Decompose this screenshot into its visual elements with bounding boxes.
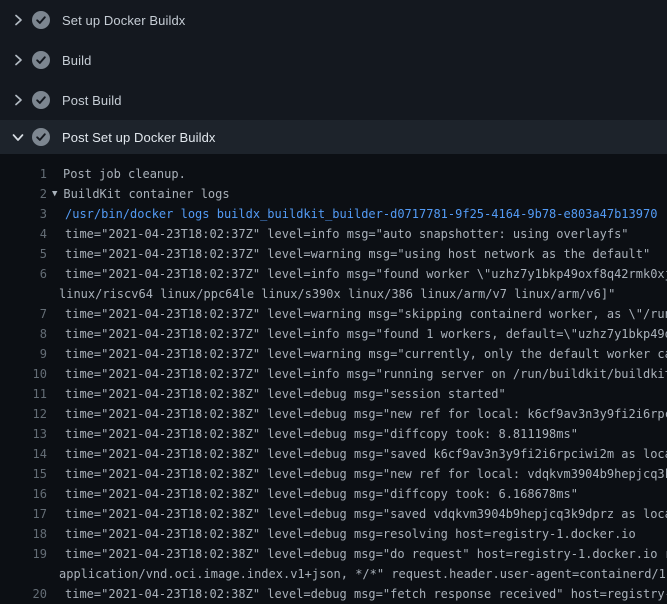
log-line: 13time="2021-04-23T18:02:38Z" level=debu…: [0, 424, 667, 444]
log-line-continuation: application/vnd.oci.image.index.v1+json,…: [0, 564, 667, 584]
log-line-number[interactable]: 3: [0, 204, 47, 224]
log-console: 1Post job cleanup.2▼ BuildKit container l…: [0, 154, 667, 604]
log-line: 9time="2021-04-23T18:02:37Z" level=warni…: [0, 344, 667, 364]
log-line-text: time="2021-04-23T18:02:37Z" level=info m…: [47, 224, 667, 244]
log-line-text: time="2021-04-23T18:02:38Z" level=debug …: [47, 464, 667, 484]
log-line-text: time="2021-04-23T18:02:38Z" level=debug …: [47, 404, 667, 424]
step-label: Post Build: [62, 93, 122, 108]
log-line: 2▼ BuildKit container logs: [0, 184, 667, 204]
chevron-right-icon: [10, 92, 26, 108]
log-line: 4time="2021-04-23T18:02:37Z" level=info …: [0, 224, 667, 244]
step-row-build[interactable]: Build: [0, 40, 667, 80]
log-line-text: Post job cleanup.: [47, 164, 667, 184]
log-line-text: time="2021-04-23T18:02:38Z" level=debug …: [47, 504, 667, 524]
check-circle-icon: [32, 11, 50, 29]
log-line-text: linux/riscv64 linux/ppc64le linux/s390x …: [47, 284, 667, 304]
log-line-text: time="2021-04-23T18:02:38Z" level=debug …: [47, 444, 667, 464]
step-row-post-build[interactable]: Post Build: [0, 80, 667, 120]
log-line-number[interactable]: 16: [0, 484, 47, 504]
log-line: 16time="2021-04-23T18:02:38Z" level=debu…: [0, 484, 667, 504]
log-line-text: time="2021-04-23T18:02:38Z" level=debug …: [47, 484, 667, 504]
collapse-group-icon[interactable]: ▼: [52, 184, 57, 204]
log-line-text: time="2021-04-23T18:02:37Z" level=info m…: [47, 264, 667, 284]
log-line-number[interactable]: 13: [0, 424, 47, 444]
log-line-number: [0, 284, 47, 304]
log-line: 14time="2021-04-23T18:02:38Z" level=debu…: [0, 444, 667, 464]
check-circle-icon: [32, 91, 50, 109]
log-line-number[interactable]: 15: [0, 464, 47, 484]
chevron-down-icon: [10, 129, 26, 145]
workflow-log-viewer: Set up Docker Buildx Build Post Build Post …: [0, 0, 667, 604]
log-line-text: time="2021-04-23T18:02:38Z" level=debug …: [47, 584, 667, 604]
log-line-text: time="2021-04-23T18:02:37Z" level=warnin…: [47, 344, 667, 364]
log-line-number[interactable]: 5: [0, 244, 47, 264]
log-line: 1Post job cleanup.: [0, 164, 667, 184]
chevron-right-icon: [10, 52, 26, 68]
step-label: Build: [62, 53, 91, 68]
log-line: 18time="2021-04-23T18:02:38Z" level=debu…: [0, 524, 667, 544]
log-line: 10time="2021-04-23T18:02:37Z" level=info…: [0, 364, 667, 384]
log-line-number[interactable]: 20: [0, 584, 47, 604]
log-line-number[interactable]: 11: [0, 384, 47, 404]
check-circle-icon: [32, 128, 50, 146]
log-line: 7time="2021-04-23T18:02:37Z" level=warni…: [0, 304, 667, 324]
log-line: 19time="2021-04-23T18:02:38Z" level=debu…: [0, 544, 667, 564]
log-group-row: ▼ BuildKit container logs: [47, 184, 667, 204]
log-line: 5time="2021-04-23T18:02:37Z" level=warni…: [0, 244, 667, 264]
log-line-text: time="2021-04-23T18:02:38Z" level=debug …: [47, 384, 667, 404]
log-line-text: time="2021-04-23T18:02:37Z" level=info m…: [47, 364, 667, 384]
log-line-number[interactable]: 8: [0, 324, 47, 344]
log-line-text: time="2021-04-23T18:02:37Z" level=info m…: [47, 324, 667, 344]
log-line: 20time="2021-04-23T18:02:38Z" level=debu…: [0, 584, 667, 604]
log-line-text: time="2021-04-23T18:02:37Z" level=warnin…: [47, 244, 667, 264]
log-line-number[interactable]: 10: [0, 364, 47, 384]
log-line: 11time="2021-04-23T18:02:38Z" level=debu…: [0, 384, 667, 404]
step-label: Set up Docker Buildx: [62, 13, 185, 28]
log-line-continuation: linux/riscv64 linux/ppc64le linux/s390x …: [0, 284, 667, 304]
log-line: 8time="2021-04-23T18:02:37Z" level=info …: [0, 324, 667, 344]
log-line-number[interactable]: 6: [0, 264, 47, 284]
log-line: 3/usr/bin/docker logs buildx_buildkit_bu…: [0, 204, 667, 224]
log-line-text: /usr/bin/docker logs buildx_buildkit_bui…: [47, 204, 667, 224]
check-circle-icon: [32, 51, 50, 69]
log-line-text: time="2021-04-23T18:02:38Z" level=debug …: [47, 424, 667, 444]
log-line: 12time="2021-04-23T18:02:38Z" level=debu…: [0, 404, 667, 424]
log-line-number[interactable]: 17: [0, 504, 47, 524]
log-line-text: time="2021-04-23T18:02:37Z" level=warnin…: [47, 304, 667, 324]
log-line: 17time="2021-04-23T18:02:38Z" level=debu…: [0, 504, 667, 524]
log-line-number[interactable]: 18: [0, 524, 47, 544]
step-list: Set up Docker Buildx Build Post Build Post …: [0, 0, 667, 154]
log-line-number[interactable]: 9: [0, 344, 47, 364]
log-line-text: application/vnd.oci.image.index.v1+json,…: [47, 564, 667, 584]
step-row-set-up-docker-buildx[interactable]: Set up Docker Buildx: [0, 0, 667, 40]
log-line-number[interactable]: 1: [0, 164, 47, 184]
log-line: 6time="2021-04-23T18:02:37Z" level=info …: [0, 264, 667, 284]
log-line-number[interactable]: 14: [0, 444, 47, 464]
step-row-post-set-up-docker-buildx[interactable]: Post Set up Docker Buildx: [0, 120, 667, 154]
log-line-number[interactable]: 19: [0, 544, 47, 564]
log-line-number[interactable]: 4: [0, 224, 47, 244]
log-line: 15time="2021-04-23T18:02:38Z" level=debu…: [0, 464, 667, 484]
chevron-right-icon: [10, 12, 26, 28]
log-line-number[interactable]: 12: [0, 404, 47, 424]
log-group-title: BuildKit container logs: [63, 184, 229, 204]
log-line-number[interactable]: 2: [0, 184, 47, 204]
log-line-text: time="2021-04-23T18:02:38Z" level=debug …: [47, 524, 667, 544]
log-line-number: [0, 564, 47, 584]
log-line-number[interactable]: 7: [0, 304, 47, 324]
step-label: Post Set up Docker Buildx: [62, 130, 216, 145]
log-line-text: time="2021-04-23T18:02:38Z" level=debug …: [47, 544, 667, 564]
